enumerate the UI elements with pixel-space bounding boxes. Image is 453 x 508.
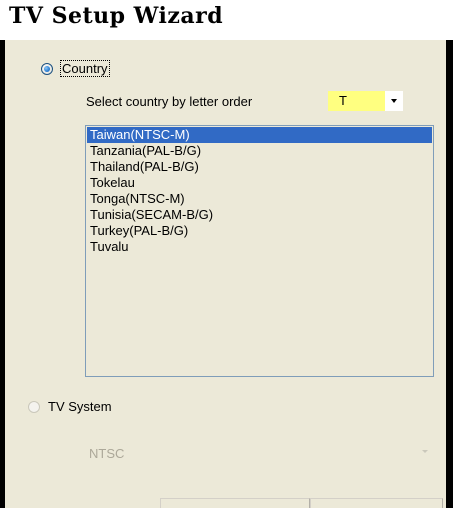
window-right-border	[446, 40, 453, 508]
list-item[interactable]: Tokelau	[87, 175, 432, 191]
country-listbox[interactable]: Taiwan(NTSC-M) Tanzania(PAL-B/G) Thailan…	[85, 125, 434, 377]
window-title: TV Setup Wizard	[9, 3, 224, 29]
country-radio-label[interactable]: Country	[60, 60, 110, 77]
country-radio[interactable]	[41, 63, 53, 75]
letter-filter-label: Select country by letter order	[86, 94, 253, 109]
list-item[interactable]: Tunisia(SECAM-B/G)	[87, 207, 432, 223]
tv-system-value: NTSC	[89, 446, 125, 461]
chevron-down-icon[interactable]	[385, 91, 403, 111]
back-button[interactable]	[160, 498, 310, 508]
screenshot-root: TV Setup Wizard Country Select country b…	[0, 0, 453, 508]
tv-system-radio-label[interactable]: TV System	[48, 399, 112, 414]
list-item[interactable]: Thailand(PAL-B/G)	[87, 159, 432, 175]
list-item[interactable]: Taiwan(NTSC-M)	[87, 127, 432, 143]
letter-filter-select[interactable]: T	[328, 91, 403, 111]
tv-system-radio[interactable]	[28, 401, 40, 413]
list-item[interactable]: Tanzania(PAL-B/G)	[87, 143, 432, 159]
letter-filter-value: T	[339, 93, 347, 108]
chevron-down-icon	[422, 450, 428, 453]
list-item[interactable]: Tuvalu	[87, 239, 432, 255]
title-bar: TV Setup Wizard	[0, 0, 453, 40]
wizard-client-area: Country Select country by letter order T…	[5, 40, 446, 508]
next-button[interactable]	[310, 498, 443, 508]
tv-setup-wizard-window: TV Setup Wizard Country Select country b…	[0, 0, 453, 508]
list-item[interactable]: Tonga(NTSC-M)	[87, 191, 432, 207]
list-item[interactable]: Turkey(PAL-B/G)	[87, 223, 432, 239]
tv-system-select[interactable]: NTSC	[85, 440, 434, 466]
